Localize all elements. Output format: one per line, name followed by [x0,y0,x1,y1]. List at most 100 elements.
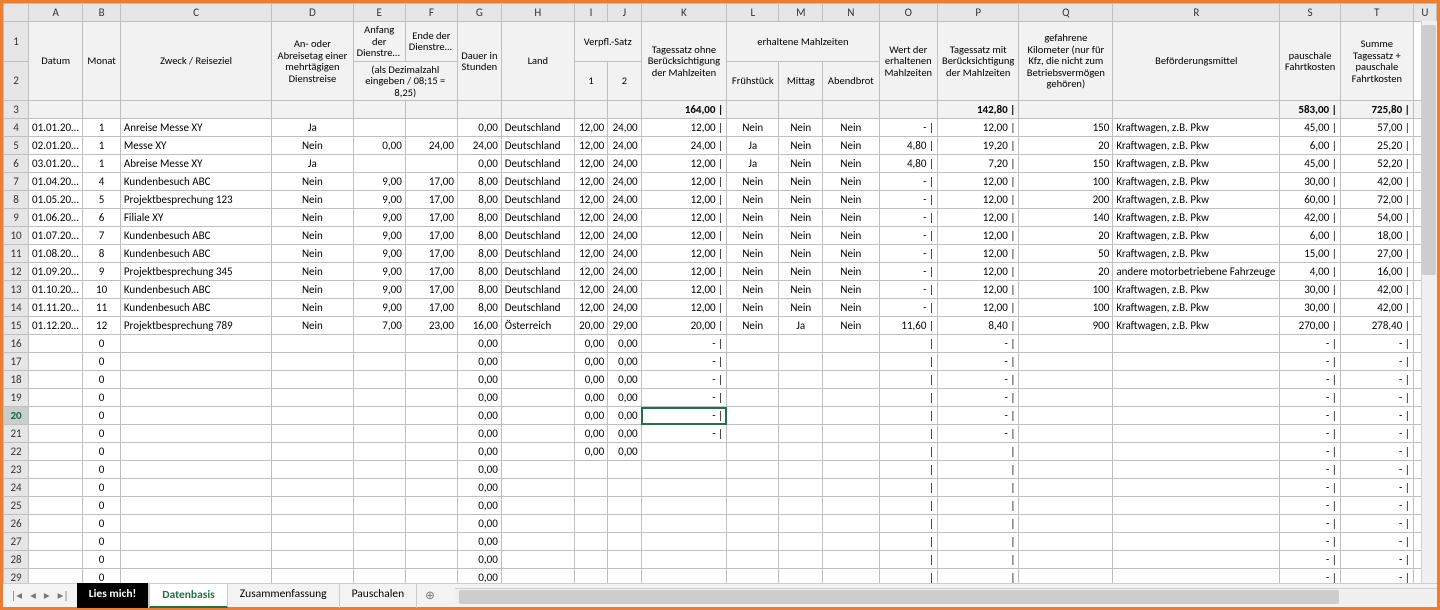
cell-F21[interactable] [405,425,457,443]
cell-P28[interactable]: | [937,551,1018,569]
cell-O4[interactable]: - | [879,119,937,137]
cell-I5[interactable]: 12,00 [574,137,607,155]
cell-M17[interactable] [779,353,823,371]
cell-K7[interactable]: 12,00 | [641,173,727,191]
cell-M22[interactable] [779,443,823,461]
cell-F14[interactable]: 17,00 [405,299,457,317]
cell-T12[interactable]: 16,00 | [1340,263,1413,281]
cell-O19[interactable]: | [879,389,937,407]
cell-G21[interactable]: 0,00 [457,425,501,443]
cell-I26[interactable] [574,515,607,533]
cell-A12[interactable]: 01.09.2014 [29,263,83,281]
cell-B11[interactable]: 8 [83,245,121,263]
cell-K11[interactable]: 12,00 | [641,245,727,263]
cell-H16[interactable] [501,335,574,353]
cell-Q17[interactable] [1019,353,1113,371]
column-header-O[interactable]: O [879,4,937,22]
cell-D14[interactable]: Nein [272,299,353,317]
cell-P20[interactable]: - | [937,407,1018,425]
cell-T5[interactable]: 25,20 | [1340,137,1413,155]
cell-G12[interactable]: 8,00 [457,263,501,281]
cell-Q4[interactable]: 150 [1019,119,1113,137]
cell-F8[interactable]: 17,00 [405,191,457,209]
cell-Q18[interactable] [1019,371,1113,389]
cell-S4[interactable]: 45,00 | [1280,119,1341,137]
cell-Q7[interactable]: 100 [1019,173,1113,191]
cell-B10[interactable]: 7 [83,227,121,245]
cell-K16[interactable]: - | [641,335,727,353]
cell-H12[interactable]: Deutschland [501,263,574,281]
cell-T24[interactable]: - | [1340,479,1413,497]
cell-P15[interactable]: 8,40 | [937,317,1018,335]
cell-J17[interactable]: 0,00 [608,353,641,371]
cell-R15[interactable]: Kraftwagen, z.B. Pkw [1113,317,1280,335]
cell-D5[interactable]: Nein [272,137,353,155]
cell-I23[interactable] [574,461,607,479]
row-header[interactable]: 9 [4,209,29,227]
cell-R10[interactable]: Kraftwagen, z.B. Pkw [1113,227,1280,245]
cell-D25[interactable] [272,497,353,515]
cell-Q26[interactable] [1019,515,1113,533]
cell-N23[interactable] [823,461,879,479]
cell-A18[interactable] [29,371,83,389]
cell-E26[interactable] [353,515,405,533]
cell-M21[interactable] [779,425,823,443]
total-cell[interactable] [272,101,353,119]
cell-P21[interactable]: - | [937,425,1018,443]
cell-A22[interactable] [29,443,83,461]
cell-M5[interactable]: Nein [779,137,823,155]
cell-E21[interactable] [353,425,405,443]
cell-E25[interactable] [353,497,405,515]
cell-I15[interactable]: 20,00 [574,317,607,335]
cell-P11[interactable]: 12,00 | [937,245,1018,263]
column-header-F[interactable]: F [405,4,457,22]
cell-E18[interactable] [353,371,405,389]
cell-N19[interactable] [823,389,879,407]
cell-O26[interactable]: | [879,515,937,533]
cell-D4[interactable]: Ja [272,119,353,137]
cell-O25[interactable]: | [879,497,937,515]
cell-B26[interactable]: 0 [83,515,121,533]
cell-F5[interactable]: 24,00 [405,137,457,155]
row-header[interactable]: 14 [4,299,29,317]
cell-N18[interactable] [823,371,879,389]
cell-N9[interactable]: Nein [823,209,879,227]
cell-O23[interactable]: | [879,461,937,479]
cell-R17[interactable] [1113,353,1280,371]
cell-D21[interactable] [272,425,353,443]
cell-O13[interactable]: - | [879,281,937,299]
cell-M28[interactable] [779,551,823,569]
cell-R19[interactable] [1113,389,1280,407]
cell-G15[interactable]: 16,00 [457,317,501,335]
cell-T29[interactable]: - | [1340,569,1413,583]
cell-K18[interactable]: - | [641,371,727,389]
cell-B29[interactable]: 0 [83,569,121,583]
cell-L7[interactable]: Nein [727,173,779,191]
cell-J23[interactable] [608,461,641,479]
sheet-tab-zusammenfassung[interactable]: Zusammenfassung [228,583,340,608]
cell-D24[interactable] [272,479,353,497]
cell-H5[interactable]: Deutschland [501,137,574,155]
cell-F4[interactable] [405,119,457,137]
cell-O18[interactable]: | [879,371,937,389]
cell-K8[interactable]: 12,00 | [641,191,727,209]
column-header-B[interactable]: B [83,4,121,22]
cell-K19[interactable]: - | [641,389,727,407]
cell-T13[interactable]: 42,00 | [1340,281,1413,299]
cell-K4[interactable]: 12,00 | [641,119,727,137]
cell-S25[interactable]: - | [1280,497,1341,515]
cell-H4[interactable]: Deutschland [501,119,574,137]
cell-K20[interactable]: - | [641,407,727,425]
cell-P22[interactable]: | [937,443,1018,461]
row-header[interactable]: 29 [4,569,29,583]
cell-T16[interactable]: - | [1340,335,1413,353]
total-cell[interactable] [779,101,823,119]
cell-H20[interactable] [501,407,574,425]
cell-O29[interactable]: | [879,569,937,583]
cell-J24[interactable] [608,479,641,497]
cell-I8[interactable]: 12,00 [574,191,607,209]
row-header[interactable]: 28 [4,551,29,569]
row-header[interactable]: 8 [4,191,29,209]
cell-F26[interactable] [405,515,457,533]
cell-T19[interactable]: - | [1340,389,1413,407]
